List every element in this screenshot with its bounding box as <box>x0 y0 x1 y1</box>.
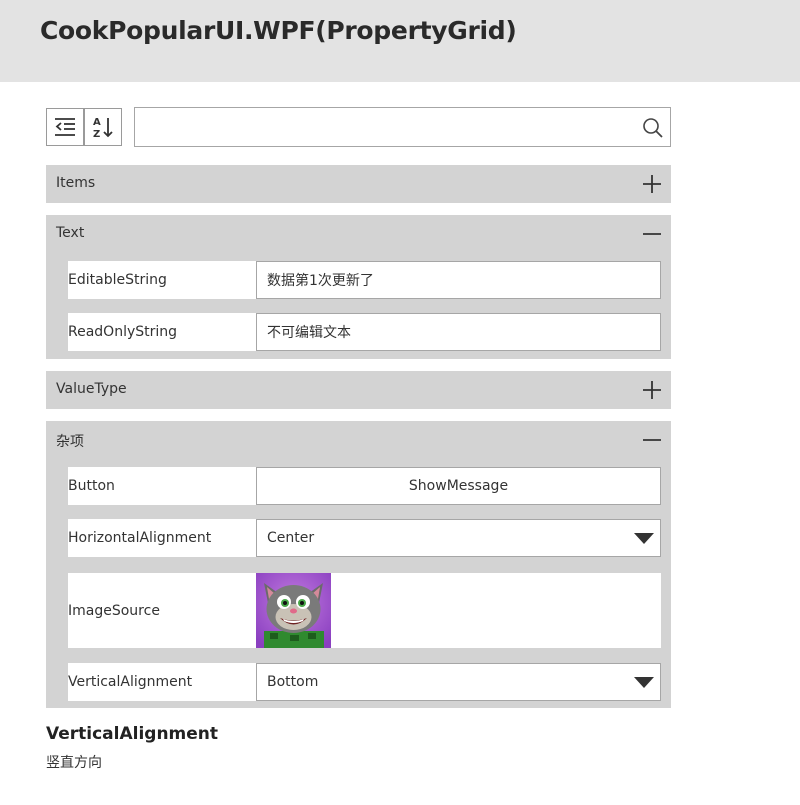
dropdown-arrow-icon[interactable] <box>634 533 654 544</box>
readonly-string-input <box>267 314 647 350</box>
property-row-image-source: ImageSource <box>68 573 661 648</box>
show-message-button[interactable]: ShowMessage <box>256 467 661 505</box>
vertical-alignment-combobox[interactable]: Bottom <box>256 663 661 701</box>
categorized-list-icon <box>55 118 75 136</box>
editable-string-editor[interactable] <box>256 261 661 299</box>
property-label: VerticalAlignment <box>68 674 193 690</box>
category-label: ValueType <box>56 381 127 397</box>
property-row-readonly-string: ReadOnlyString <box>68 313 661 351</box>
property-label: HorizontalAlignment <box>68 530 212 546</box>
minus-icon[interactable] <box>641 429 663 451</box>
title-bar: CookPopularUI.WPF(PropertyGrid) <box>0 0 800 82</box>
property-row-button: Button ShowMessage <box>68 467 661 505</box>
property-row-horizontal-alignment: HorizontalAlignment Center <box>68 519 661 557</box>
readonly-string-editor <box>256 313 661 351</box>
dropdown-arrow-icon[interactable] <box>634 677 654 688</box>
categorized-view-button[interactable] <box>46 108 84 146</box>
category-items: Items <box>46 165 671 203</box>
category-label: 杂项 <box>56 434 84 450</box>
property-label: Button <box>68 478 115 494</box>
sort-az-icon: A Z <box>93 117 113 139</box>
horizontal-alignment-combobox[interactable]: Center <box>256 519 661 557</box>
property-row-editable-string: EditableString <box>68 261 661 299</box>
property-label: EditableString <box>68 272 167 288</box>
category-label: Text <box>56 225 85 241</box>
search-box[interactable] <box>134 107 671 147</box>
svg-text:A: A <box>93 117 101 128</box>
description-text: 竖直方向 <box>46 755 102 771</box>
editable-string-input[interactable] <box>267 262 647 298</box>
property-label: ReadOnlyString <box>68 324 178 340</box>
search-input[interactable] <box>143 112 627 144</box>
plus-icon[interactable] <box>641 379 663 401</box>
combobox-selected-value: Center <box>267 530 315 546</box>
property-row-vertical-alignment: VerticalAlignment Bottom <box>68 663 661 701</box>
plus-icon[interactable] <box>641 173 663 195</box>
combobox-selected-value: Bottom <box>267 674 319 690</box>
category-label: Items <box>56 175 96 191</box>
search-icon[interactable] <box>642 117 664 139</box>
category-value-type: ValueType <box>46 371 671 409</box>
minus-icon[interactable] <box>641 223 663 245</box>
alphabetical-sort-button[interactable]: A Z <box>84 108 122 146</box>
cat-avatar-image <box>256 573 331 648</box>
window-title: CookPopularUI.WPF(PropertyGrid) <box>40 16 517 45</box>
property-label: ImageSource <box>68 602 160 619</box>
description-title: VerticalAlignment <box>46 724 219 744</box>
svg-text:Z: Z <box>93 129 100 139</box>
image-source-preview[interactable] <box>256 573 331 648</box>
